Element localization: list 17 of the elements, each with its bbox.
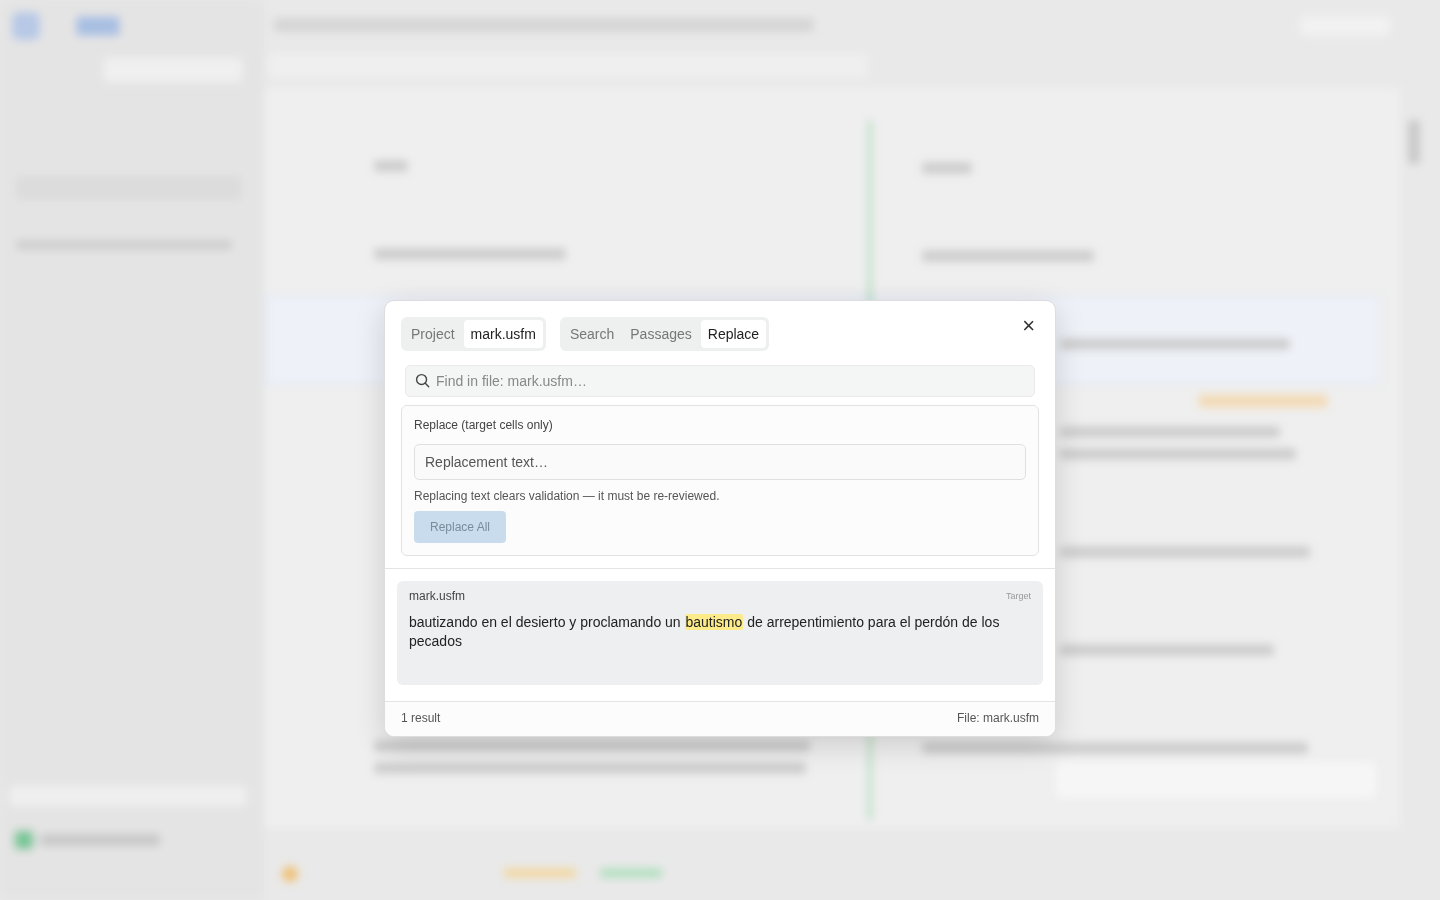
tab[interactable]: Replace (700, 320, 767, 348)
replacement-field[interactable]: Replacement text… (414, 444, 1026, 480)
tab[interactable]: Passages (623, 320, 699, 348)
file-label: File: mark.usfm (957, 711, 1039, 725)
search-icon (415, 373, 430, 388)
result-file: mark.usfm (409, 589, 465, 603)
target-label: Target (1006, 591, 1031, 601)
tab[interactable]: Project (404, 320, 462, 348)
tab[interactable]: Search (562, 320, 622, 348)
close-button[interactable]: × (1018, 315, 1039, 337)
result-count: 1 result (401, 711, 441, 725)
result-card[interactable]: mark.usfm Target bautizando en el desierto y proclamando un bautismo de arrepentimiento para el perdón de los pecados (397, 581, 1043, 685)
replace-title: Replace (target cells only) (414, 418, 554, 432)
tab[interactable]: mark.usfm (463, 320, 543, 348)
validation-warning: Replacing text clears validation — it must be re-reviewed. (414, 489, 721, 503)
result-text: bautizando en el desierto y proclamando un bautismo de arrepentimiento para el perdón de los pecados (409, 613, 1001, 651)
search-field[interactable]: Find in file: mark.usfm… (405, 365, 1035, 397)
